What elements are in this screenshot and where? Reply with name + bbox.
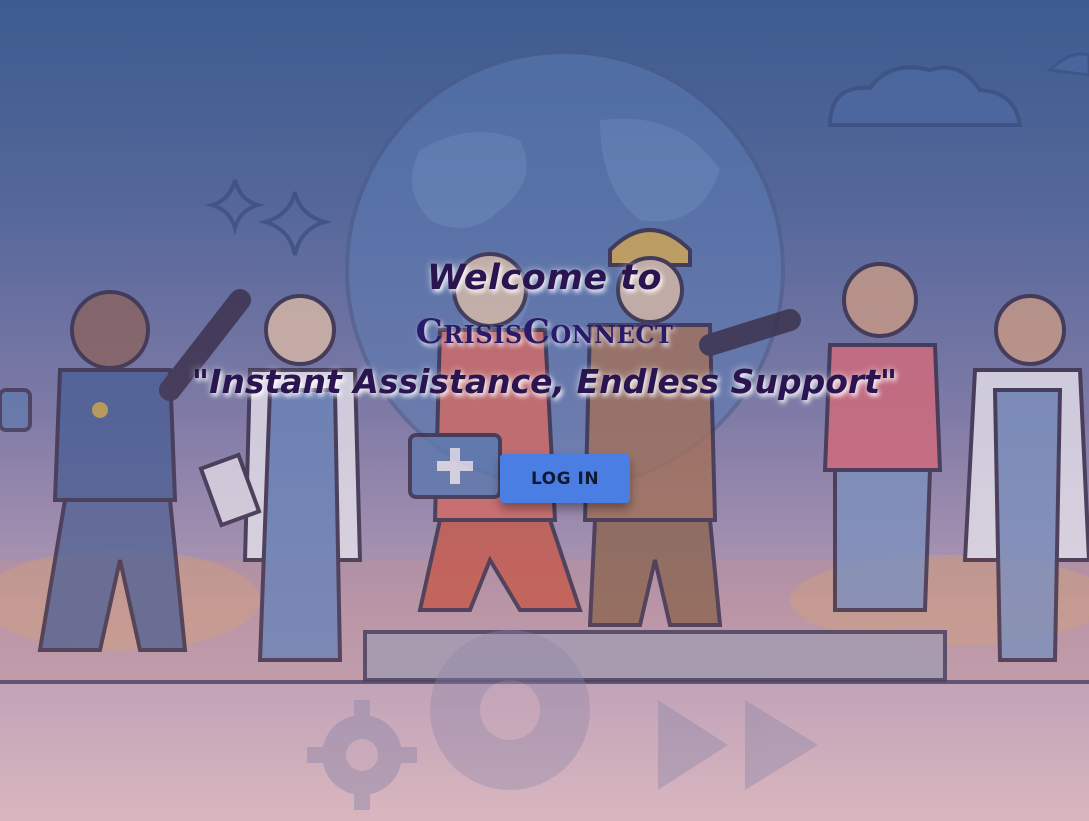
welcome-heading: Welcome to (426, 258, 663, 298)
tagline: "Instant Assistance, Endless Support" (191, 362, 898, 401)
login-button[interactable]: LOG IN (500, 454, 630, 503)
hero-section: Welcome to CrisisConnect "Instant Assist… (0, 0, 1089, 821)
brand-title: CrisisConnect (415, 312, 674, 352)
